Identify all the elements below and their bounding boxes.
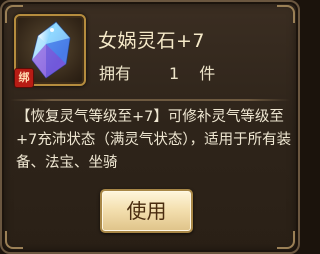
divider <box>10 99 290 101</box>
bound-badge: 绑 <box>14 68 34 88</box>
item-name: 女娲灵石+7 <box>98 30 206 52</box>
frame-corner <box>277 5 295 23</box>
quantity-value: 1 <box>169 64 180 83</box>
quantity-label: 拥有 <box>99 64 132 83</box>
quantity-row: 拥有 1 件 <box>99 60 215 84</box>
item-tooltip-panel: 绑 女娲灵石+7 拥有 1 件 【恢复灵气等级至+7】可修补灵气等级至+7充沛状… <box>0 0 300 254</box>
use-button[interactable]: 使用 <box>100 189 193 233</box>
frame-corner <box>5 231 23 249</box>
quantity-unit: 件 <box>199 64 216 83</box>
item-description: 【恢复灵气等级至+7】可修补灵气等级至+7充沛状态（满灵气状态），适用于所有装备… <box>16 109 292 171</box>
frame-corner <box>277 231 295 249</box>
